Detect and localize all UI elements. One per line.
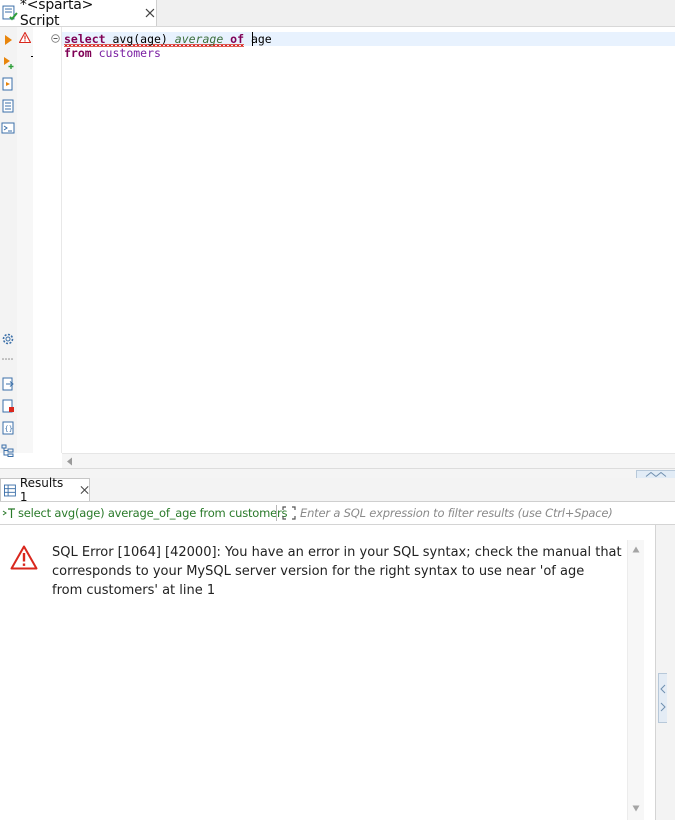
editor-horizontal-scrollbar[interactable] <box>62 453 675 469</box>
alias-average: average <box>167 32 224 46</box>
function-avg: avg(age) <box>105 32 168 46</box>
grid-icon <box>4 484 16 496</box>
code-line-1[interactable]: select avg(age) average of age <box>64 32 272 46</box>
chevron-up-icon <box>645 472 667 477</box>
identifier-age: age <box>244 32 272 46</box>
code-line-2[interactable]: from customers <box>64 46 161 60</box>
more-dots-icon <box>2 358 13 360</box>
gear-icon[interactable] <box>1 332 15 346</box>
panel-toggle-handle[interactable] <box>658 673 667 723</box>
editor-tab-bar: *<sparta> Script <box>0 0 675 29</box>
tab-sparta-script[interactable]: *<sparta> Script <box>0 0 157 29</box>
execute-statement-icon[interactable] <box>1 33 15 47</box>
keyword-select: select <box>64 32 106 46</box>
terminal-icon[interactable] <box>1 121 15 135</box>
error-panel: SQL Error [1064] [42000]: You have an er… <box>0 525 643 820</box>
execute-script-icon[interactable] <box>1 77 15 91</box>
active-query-text[interactable]: select avg(age) average_of_age from cust… <box>18 506 288 520</box>
close-icon[interactable] <box>144 7 156 19</box>
annotation-gutter <box>17 27 37 453</box>
tab-results-1[interactable]: Results 1 <box>0 476 90 504</box>
error-line-2: corresponds to your MySQL server version… <box>52 564 585 579</box>
export-icon[interactable] <box>1 377 15 391</box>
error-line-1: SQL Error [1064] [42000]: You have an er… <box>52 545 622 560</box>
results-tab-bar: Results 1 <box>0 476 675 504</box>
warning-icon[interactable] <box>19 32 31 43</box>
fold-collapse-icon[interactable] <box>51 34 60 43</box>
error-warning-icon <box>10 545 38 570</box>
sql-script-icon <box>2 5 18 21</box>
chevron-left-right-icon <box>660 684 666 712</box>
variables-icon[interactable]: {} <box>1 421 15 435</box>
sql-editor[interactable] <box>17 27 675 453</box>
outline-icon[interactable] <box>1 443 15 457</box>
error-message[interactable]: SQL Error [1064] [42000]: You have an er… <box>52 543 622 600</box>
keyword-of: of <box>223 32 245 46</box>
results-tab-label: Results 1 <box>19 476 64 504</box>
svg-text:{}: {} <box>5 425 13 433</box>
error-line-3: from customers' at line 1 <box>52 583 216 598</box>
keyword-from: from <box>64 46 92 60</box>
script-error-icon[interactable] <box>1 399 15 413</box>
execute-in-new-tab-icon[interactable] <box>1 55 15 69</box>
close-icon[interactable] <box>80 485 89 495</box>
filter-input[interactable]: Enter a SQL expression to filter results… <box>300 506 613 520</box>
scroll-down-icon[interactable] <box>632 805 640 812</box>
side-panel-rail <box>655 525 675 820</box>
scroll-left-icon[interactable] <box>66 457 74 466</box>
text-cursor <box>252 32 253 46</box>
divider <box>276 505 277 521</box>
identifier-customers: customers <box>91 46 161 60</box>
tab-label: *<sparta> Script <box>19 0 94 29</box>
explain-plan-icon[interactable] <box>1 99 15 113</box>
scroll-up-icon[interactable] <box>632 546 640 553</box>
error-vertical-scrollbar[interactable] <box>627 540 644 820</box>
folding-column <box>33 27 62 453</box>
results-filter-bar: select avg(age) average_of_age from cust… <box>0 502 675 525</box>
expand-filter-icon[interactable] <box>281 505 297 521</box>
sql-query-icon <box>2 508 15 518</box>
editor-side-toolbar: {} <box>0 27 17 457</box>
